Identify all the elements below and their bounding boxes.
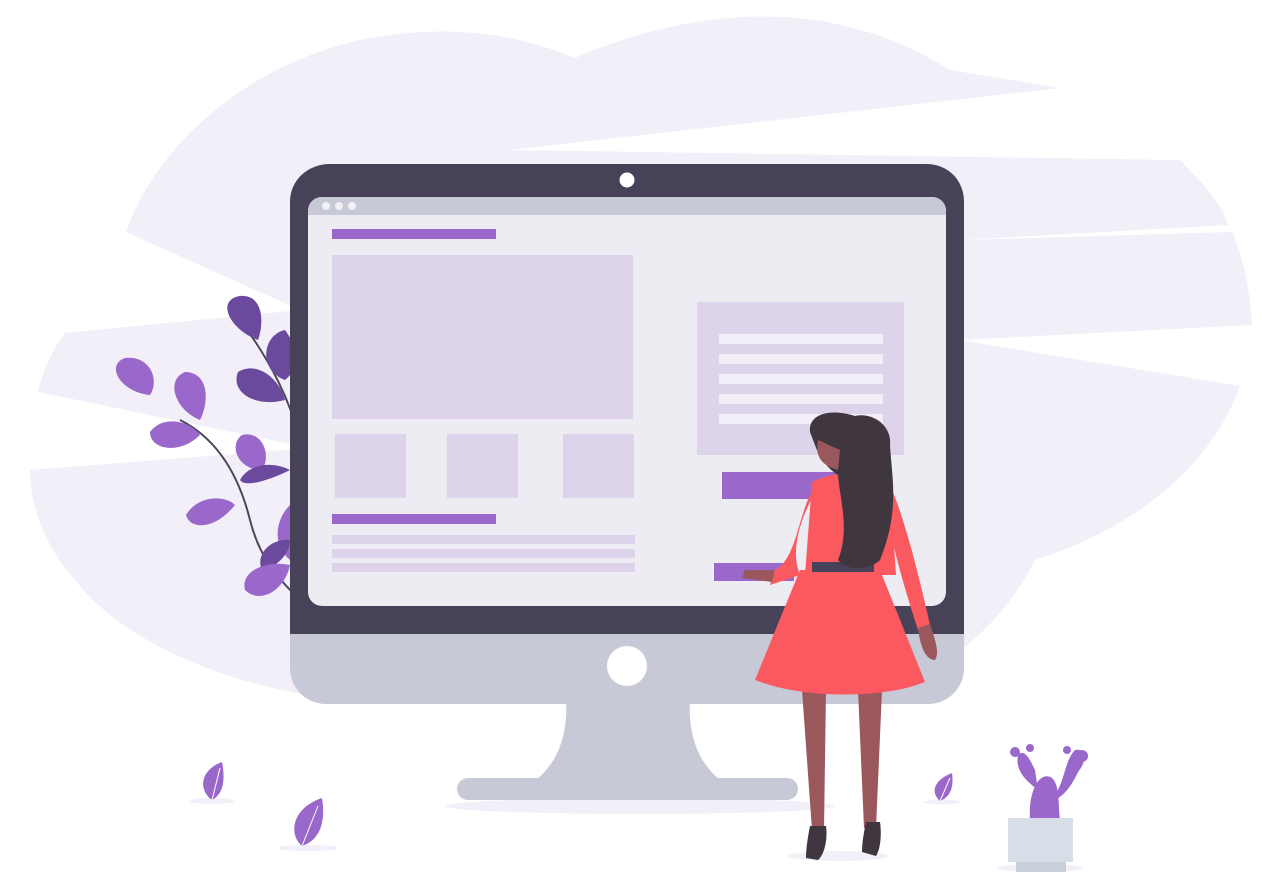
- thumbnail-placeholder[interactable]: [563, 434, 634, 498]
- text-line-placeholder: [332, 549, 635, 558]
- window-dot-icon[interactable]: [348, 202, 356, 210]
- hero-illustration: [30, 16, 1252, 872]
- power-button[interactable]: [607, 646, 647, 686]
- thumbnail-placeholder[interactable]: [447, 434, 518, 498]
- window-titlebar: [308, 197, 946, 215]
- plant-pot: [1008, 818, 1073, 862]
- ground-leaf-icon: [924, 773, 960, 805]
- monitor-stand: [445, 700, 835, 814]
- cactus-plant-icon: [996, 744, 1088, 872]
- form-field[interactable]: [719, 354, 883, 364]
- text-line-placeholder: [332, 535, 635, 544]
- ground-leaf-icon: [278, 798, 338, 851]
- form-field[interactable]: [719, 394, 883, 404]
- subheading-bar: [332, 514, 496, 524]
- window-dot-icon[interactable]: [322, 202, 330, 210]
- ground-leaf-icon: [190, 762, 234, 804]
- heading-bar: [332, 229, 496, 239]
- form-field[interactable]: [719, 374, 883, 384]
- webcam-icon: [619, 172, 635, 188]
- text-line-placeholder: [332, 563, 635, 572]
- form-field[interactable]: [719, 334, 883, 344]
- hero-image-placeholder: [332, 255, 633, 419]
- window-dot-icon[interactable]: [335, 202, 343, 210]
- thumbnail-placeholder[interactable]: [335, 434, 406, 498]
